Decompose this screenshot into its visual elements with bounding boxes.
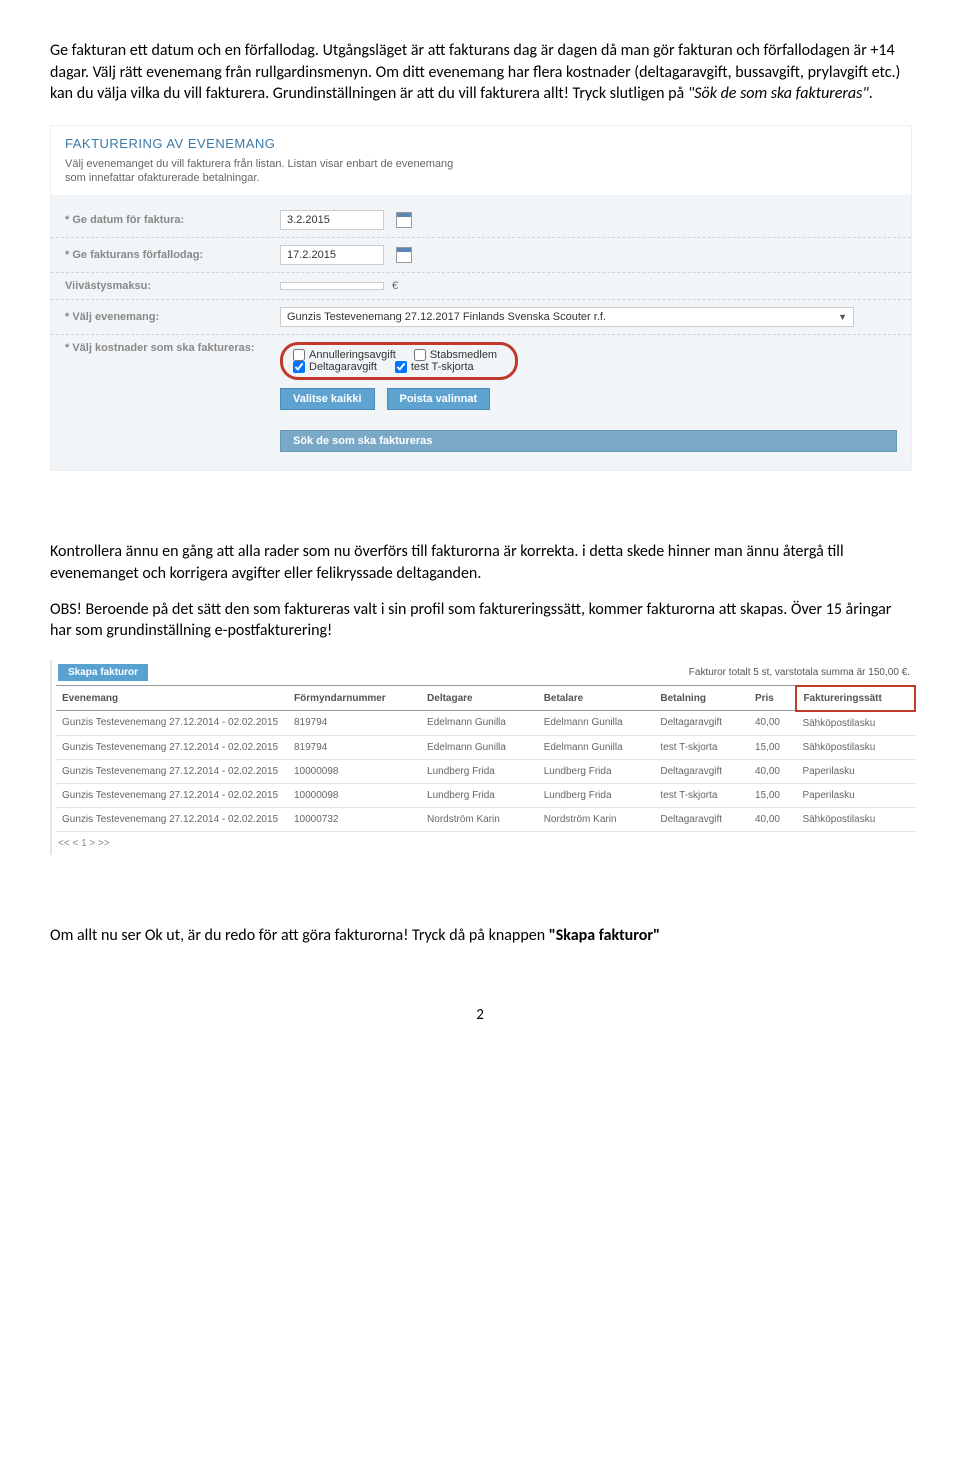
checkbox-stabsmedlem[interactable]: Stabsmedlem xyxy=(414,349,497,361)
kostnader-highlight-box: Annulleringsavgift Stabsmedlem Deltagara… xyxy=(280,342,518,380)
input-datum[interactable]: 3.2.2015 xyxy=(280,210,384,230)
table-cell: 40,00 xyxy=(749,711,797,736)
select-evenemang-value: Gunzis Testevenemang 27.12.2017 Finlands… xyxy=(287,311,606,323)
paragraph-2: Kontrollera ännu en gång att alla rader … xyxy=(50,541,910,584)
table-cell: 15,00 xyxy=(749,735,797,759)
para3-a: OBS! Beroende på det sätt den som faktur… xyxy=(50,600,791,619)
table-cell: Gunzis Testevenemang 27.12.2014 - 02.02.… xyxy=(56,783,288,807)
checkbox-annullering-label: Annulleringsavgift xyxy=(309,349,396,361)
table-cell: Edelmann Gunilla xyxy=(538,735,655,759)
calendar-icon[interactable] xyxy=(396,212,412,228)
table-cell: Gunzis Testevenemang 27.12.2014 - 02.02.… xyxy=(56,759,288,783)
checkbox-deltagaravgift[interactable]: Deltagaravgift xyxy=(293,361,377,373)
table-cell: Gunzis Testevenemang 27.12.2014 - 02.02.… xyxy=(56,807,288,831)
table-cell: 10000098 xyxy=(288,783,421,807)
select-evenemang[interactable]: Gunzis Testevenemang 27.12.2017 Finlands… xyxy=(280,307,854,327)
table-cell: Lundberg Frida xyxy=(538,783,655,807)
table-cell: Deltagaravgift xyxy=(654,807,749,831)
table-cell: Edelmann Gunilla xyxy=(421,711,538,736)
table-cell: Gunzis Testevenemang 27.12.2014 - 02.02.… xyxy=(56,711,288,736)
table-cell: Nordström Karin xyxy=(538,807,655,831)
table-cell: 40,00 xyxy=(749,807,797,831)
th-faktureringssatt: Faktureringssätt xyxy=(796,686,915,711)
button-skapa-fakturor[interactable]: Skapa fakturor xyxy=(58,664,148,681)
row-kostnader: * Välj kostnader som ska faktureras: Ann… xyxy=(51,335,911,384)
checkbox-tskjorta-label: test T-skjorta xyxy=(411,361,474,373)
table-cell: 10000098 xyxy=(288,759,421,783)
th-evenemang: Evenemang xyxy=(56,686,288,711)
table-cell: 15,00 xyxy=(749,783,797,807)
th-betalare: Betalare xyxy=(538,686,655,711)
th-pris: Pris xyxy=(749,686,797,711)
row-forfallodag: * Ge fakturans förfallodag: 17.2.2015 xyxy=(51,238,911,273)
label-viivastysmaksu: Viivästysmaksu: xyxy=(65,280,280,292)
para1-text-b: . xyxy=(869,84,873,103)
th-betalning: Betalning xyxy=(654,686,749,711)
checkbox-annullering[interactable]: Annulleringsavgift xyxy=(293,349,396,361)
table-cell: Lundberg Frida xyxy=(421,759,538,783)
label-datum: * Ge datum för faktura: xyxy=(65,214,280,226)
table-cell: Nordström Karin xyxy=(421,807,538,831)
table-cell: 819794 xyxy=(288,711,421,736)
table-cell: Edelmann Gunilla xyxy=(538,711,655,736)
checkbox-stabsmedlem-label: Stabsmedlem xyxy=(430,349,497,361)
screenshot-invoice-table: Skapa fakturor Fakturor totalt 5 st, var… xyxy=(50,660,916,855)
para1-italic: "Sök de som ska faktureras" xyxy=(688,84,869,103)
table-cell: 40,00 xyxy=(749,759,797,783)
calendar-icon[interactable] xyxy=(396,247,412,263)
button-search-invoiced[interactable]: Sök de som ska faktureras xyxy=(280,430,897,452)
checkbox-deltagaravgift-label: Deltagaravgift xyxy=(309,361,377,373)
checkbox-tskjorta[interactable]: test T-skjorta xyxy=(395,361,474,373)
paragraph-4: Om allt nu ser Ok ut, är du redo för att… xyxy=(50,925,910,947)
label-forfallodag: * Ge fakturans förfallodag: xyxy=(65,249,280,261)
form-intro-line1: Välj evenemanget du vill fakturera från … xyxy=(65,158,453,170)
row-viivastysmaksu: Viivästysmaksu: € xyxy=(51,273,911,300)
th-deltagare: Deltagare xyxy=(421,686,538,711)
row-evenemang: * Välj evenemang: Gunzis Testevenemang 2… xyxy=(51,300,911,335)
invoice-total-text: Fakturor totalt 5 st, varstotala summa ä… xyxy=(689,667,910,678)
table-cell: Deltagaravgift xyxy=(654,759,749,783)
row-datum: * Ge datum för faktura: 3.2.2015 xyxy=(51,203,911,238)
paragraph-1: Ge fakturan ett datum och en förfallodag… xyxy=(50,40,910,105)
paragraph-3: OBS! Beroende på det sätt den som faktur… xyxy=(50,599,910,642)
table-row: Gunzis Testevenemang 27.12.2014 - 02.02.… xyxy=(56,735,915,759)
table-cell: Edelmann Gunilla xyxy=(421,735,538,759)
euro-symbol: € xyxy=(392,280,398,292)
table-cell: Paperilasku xyxy=(796,759,915,783)
input-forfallodag[interactable]: 17.2.2015 xyxy=(280,245,384,265)
button-select-all[interactable]: Valitse kaikki xyxy=(280,388,375,410)
table-cell: Lundberg Frida xyxy=(538,759,655,783)
table-cell: Paperilasku xyxy=(796,783,915,807)
table-cell: Sähköpostilasku xyxy=(796,735,915,759)
table-cell: Deltagaravgift xyxy=(654,711,749,736)
table-cell: Gunzis Testevenemang 27.12.2014 - 02.02.… xyxy=(56,735,288,759)
table-cell: 10000732 xyxy=(288,807,421,831)
table-cell: Lundberg Frida xyxy=(421,783,538,807)
para4-a: Om allt nu ser Ok ut, är du redo för att… xyxy=(50,926,549,945)
form-intro: Välj evenemanget du vill fakturera från … xyxy=(51,157,911,196)
form-header: FAKTURERING AV EVENEMANG xyxy=(51,126,911,157)
page-number: 2 xyxy=(50,1006,910,1024)
table-cell: Sähköpostilasku xyxy=(796,711,915,736)
th-formyndarnummer: Förmyndarnummer xyxy=(288,686,421,711)
para4-b: "Skapa fakturor" xyxy=(549,926,660,945)
input-viivastysmaksu[interactable] xyxy=(280,282,384,290)
table-cell: 819794 xyxy=(288,735,421,759)
screenshot-fakturering-form: FAKTURERING AV EVENEMANG Välj evenemange… xyxy=(50,125,912,472)
table-row: Gunzis Testevenemang 27.12.2014 - 02.02.… xyxy=(56,759,915,783)
table-cell: test T-skjorta xyxy=(654,783,749,807)
label-kostnader: * Välj kostnader som ska faktureras: xyxy=(65,342,280,354)
table-cell: Sähköpostilasku xyxy=(796,807,915,831)
button-clear-all[interactable]: Poista valinnat xyxy=(387,388,491,410)
table-row: Gunzis Testevenemang 27.12.2014 - 02.02.… xyxy=(56,807,915,831)
table-row: Gunzis Testevenemang 27.12.2014 - 02.02.… xyxy=(56,711,915,736)
table-cell: test T-skjorta xyxy=(654,735,749,759)
invoice-table: Evenemang Förmyndarnummer Deltagare Beta… xyxy=(56,685,916,832)
table-row: Gunzis Testevenemang 27.12.2014 - 02.02.… xyxy=(56,783,915,807)
form-intro-line2: som innefattar ofakturerade betalningar. xyxy=(65,172,259,184)
chevron-down-icon: ▼ xyxy=(838,312,847,322)
label-evenemang: * Välj evenemang: xyxy=(65,311,280,323)
pager[interactable]: << < 1 > >> xyxy=(56,832,916,855)
